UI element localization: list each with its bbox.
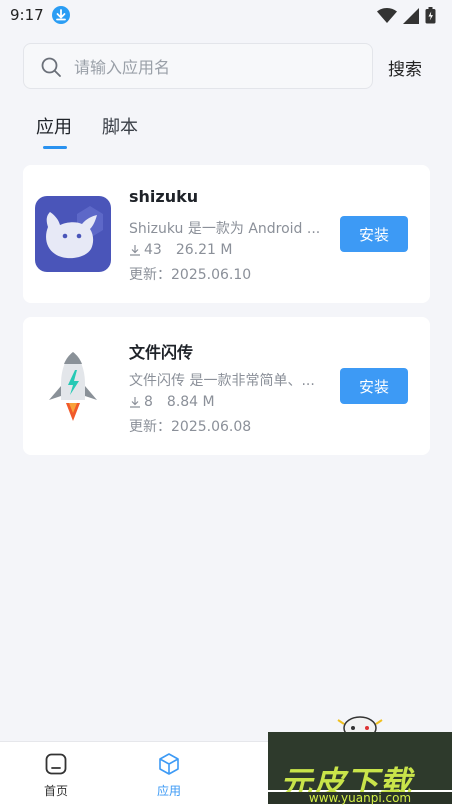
rocket-icon <box>35 348 111 424</box>
watermark: 元皮下载 www.yuanpi.com <box>268 712 452 804</box>
app-description: Shizuku 是一款为 Android ... <box>129 221 321 237</box>
cube-icon <box>159 753 179 775</box>
watermark-banner: 元皮下载 <box>268 732 452 802</box>
app-name: shizuku <box>129 187 199 206</box>
search-icon <box>40 56 62 82</box>
download-count: 43 <box>144 242 162 258</box>
app-meta: 8 8.84 M <box>129 394 215 410</box>
nav-label-home: 首页 <box>43 784 68 798</box>
update-label: 更新： <box>129 267 171 283</box>
battery-icon <box>425 7 436 24</box>
status-time: 9:17 <box>10 6 44 24</box>
search-button[interactable]: 搜索 <box>388 55 422 80</box>
search-input[interactable] <box>72 44 366 90</box>
install-button[interactable]: 安装 <box>340 216 408 252</box>
nav-item-home[interactable]: 首页 <box>26 752 86 799</box>
update-label: 更新： <box>129 419 171 435</box>
app-card-file-transfer[interactable]: 文件闪传 文件闪传 是一款非常简单、... 8 8.84 M 更新：2025.0… <box>23 317 430 455</box>
app-card-shizuku[interactable]: shizuku Shizuku 是一款为 Android ... 43 26.2… <box>23 165 430 303</box>
app-description: 文件闪传 是一款非常简单、... <box>129 373 315 389</box>
download-count-icon <box>130 245 140 256</box>
wifi-icon <box>377 7 397 23</box>
tab-scripts[interactable]: 脚本 <box>102 113 138 139</box>
status-bar: 9:17 <box>0 0 452 30</box>
shizuku-icon <box>35 196 111 272</box>
update-date: 2025.06.08 <box>171 419 252 435</box>
nav-label-apps: 应用 <box>156 784 181 798</box>
download-count: 8 <box>144 394 153 410</box>
status-icons <box>377 7 436 24</box>
home-icon <box>45 753 67 775</box>
signal-icon <box>403 7 419 24</box>
download-count-icon <box>130 397 140 408</box>
app-name: 文件闪传 <box>129 343 194 362</box>
app-updated: 更新：2025.06.10 <box>129 264 251 284</box>
active-tab-indicator <box>43 146 67 149</box>
watermark-url: www.yuanpi.com <box>268 792 452 804</box>
download-notification-icon <box>52 6 70 24</box>
app-size: 8.84 M <box>166 394 215 410</box>
app-updated: 更新：2025.06.08 <box>129 416 251 436</box>
app-meta: 43 26.21 M <box>129 242 232 258</box>
update-date: 2025.06.10 <box>171 267 252 283</box>
install-button[interactable]: 安装 <box>340 368 408 404</box>
nav-item-apps[interactable]: 应用 <box>139 752 199 799</box>
search-box[interactable] <box>23 43 373 90</box>
app-size: 26.21 M <box>175 242 233 258</box>
tab-apps[interactable]: 应用 <box>36 113 72 139</box>
